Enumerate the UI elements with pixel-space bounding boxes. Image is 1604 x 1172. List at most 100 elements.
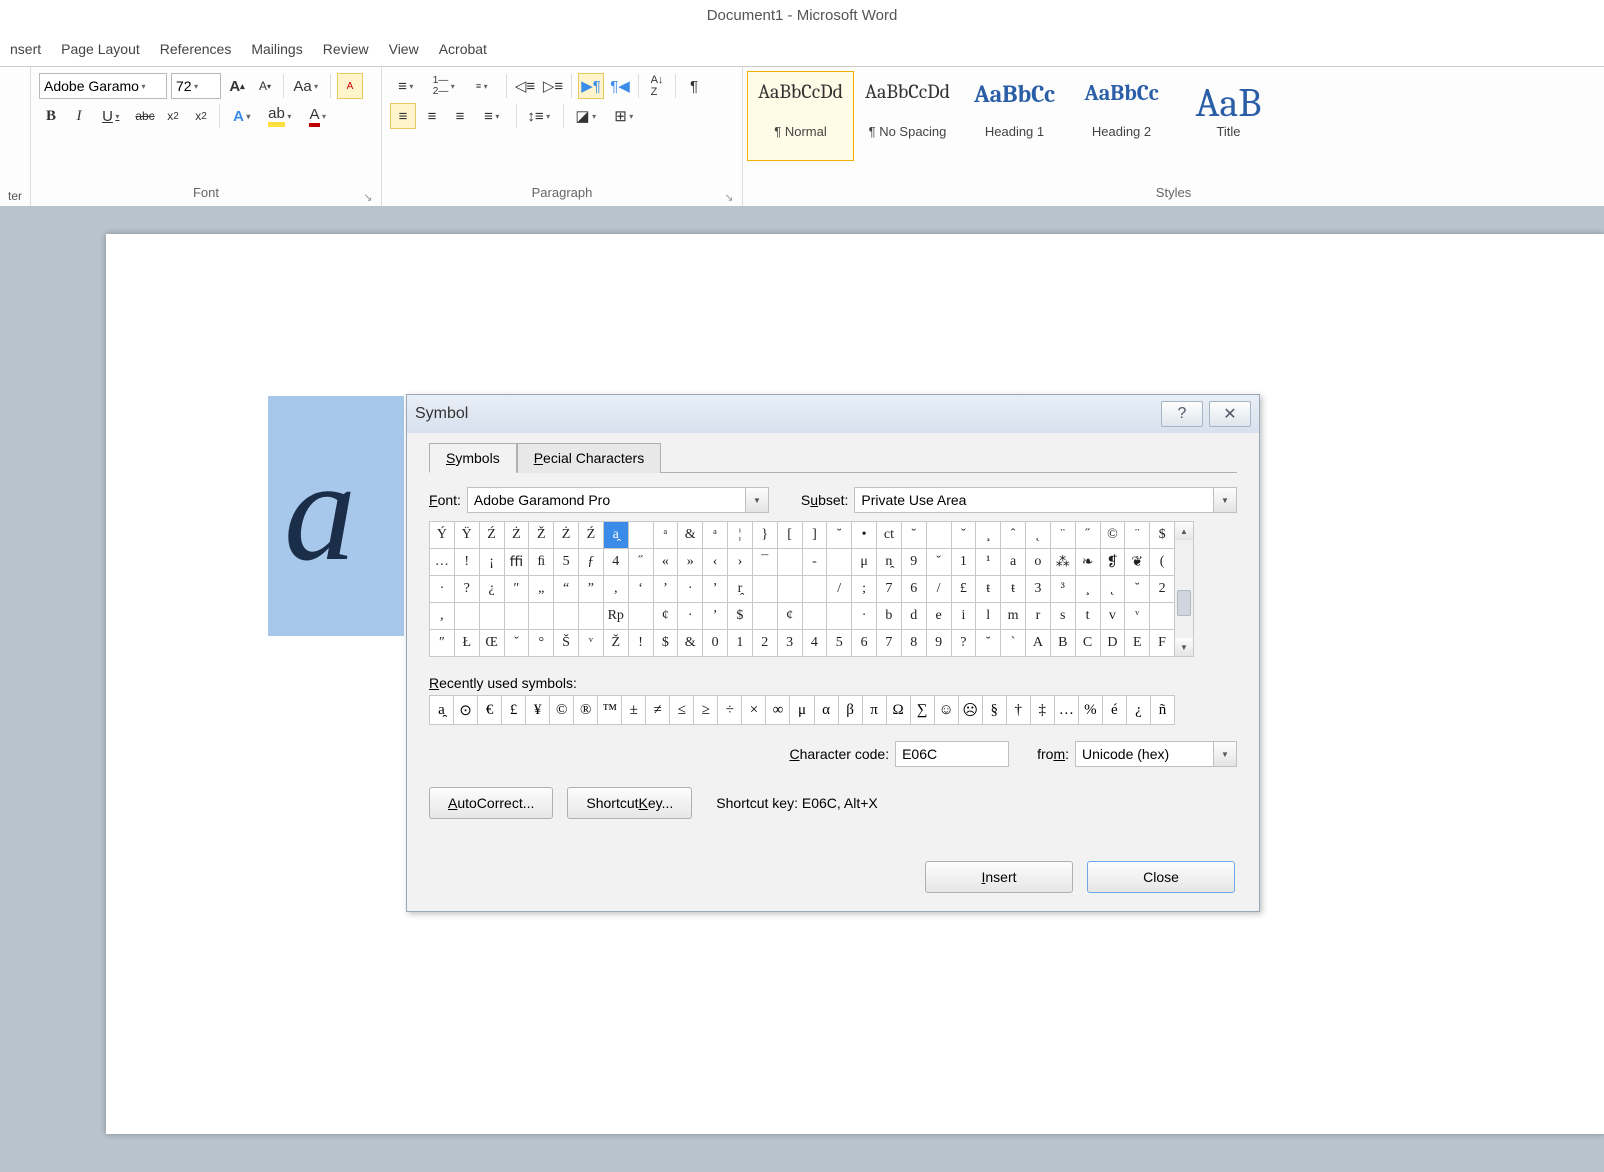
char-cell[interactable]: 1 [952,549,977,576]
char-cell[interactable]: 9 [902,549,927,576]
tab-special-characters[interactable]: Pecial Characters [517,443,662,473]
char-cell[interactable]: Œ [480,630,505,657]
char-cell[interactable]: 9 [927,630,952,657]
char-cell[interactable]: ᵛ [579,630,604,657]
char-cell[interactable]: ct [877,522,902,549]
char-cell[interactable]: ″ [505,576,530,603]
char-cell[interactable]: 4 [803,630,828,657]
align-left-icon[interactable]: ≡ [390,103,416,129]
char-cell[interactable]: Ź [480,522,505,549]
char-cell[interactable]: › [728,549,753,576]
char-cell[interactable]: ! [455,549,480,576]
char-cell[interactable]: · [678,576,703,603]
char-cell[interactable]: t [1076,603,1101,630]
char-cell[interactable]: ŧ [976,576,1001,603]
char-cell[interactable]: ³ [1051,576,1076,603]
recent-cell[interactable]: α [815,696,839,725]
char-cell[interactable]: C [1076,630,1101,657]
char-cell[interactable]: ˇ [927,549,952,576]
char-cell[interactable]: ; [852,576,877,603]
char-cell[interactable]: [ [778,522,803,549]
char-cell[interactable]: “ [554,576,579,603]
style-item[interactable]: AaBbCcDd¶ No Spacing [854,71,961,161]
style-item[interactable]: AaBbCcHeading 1 [961,71,1068,161]
char-cell[interactable]: / [827,576,852,603]
char-cell[interactable] [753,576,778,603]
tab-symbols[interactable]: Symbols [429,443,517,473]
char-cell[interactable] [827,603,852,630]
recent-cell[interactable]: © [550,696,574,725]
char-cell[interactable]: » [678,549,703,576]
char-cell[interactable]: ᵃ [703,522,728,549]
font-color-icon[interactable]: A▾ [302,104,336,128]
align-center-icon[interactable]: ≡ [420,104,444,128]
rtl-icon[interactable]: ¶◀ [608,74,632,98]
char-cell[interactable]: $ [654,630,679,657]
numbering-icon[interactable]: 1—2—▾ [428,74,462,98]
char-cell[interactable]: ƒ [579,549,604,576]
recent-cell[interactable]: ≠ [646,696,670,725]
recent-cell[interactable]: § [983,696,1007,725]
recent-cell[interactable]: é [1103,696,1127,725]
char-cell[interactable] [629,522,654,549]
char-cell[interactable] [1150,603,1175,630]
char-cell[interactable]: F [1150,630,1175,657]
chevron-down-icon[interactable]: ▼ [745,488,768,512]
line-spacing-icon[interactable]: ↕≡▾ [523,104,557,128]
char-cell[interactable]: ⁂ [1051,549,1076,576]
char-cell[interactable]: 2 [753,630,778,657]
shading-icon[interactable]: ◪▾ [570,104,604,128]
char-cell[interactable]: ‹ [703,549,728,576]
char-cell[interactable]: d [902,603,927,630]
char-cell[interactable]: ¸ [976,522,1001,549]
char-cell[interactable]: ˇ [952,522,977,549]
style-item[interactable]: AaBTitle [1175,71,1282,161]
char-cell[interactable]: 4 [604,549,629,576]
char-cell[interactable]: 6 [852,630,877,657]
multilevel-list-icon[interactable]: ≡▾ [466,74,500,98]
char-cell[interactable]: $ [728,603,753,630]
char-cell[interactable]: r [1026,603,1051,630]
charcode-input[interactable] [895,741,1009,767]
style-item[interactable]: AaBbCcHeading 2 [1068,71,1175,161]
char-cell[interactable]: ? [455,576,480,603]
char-cell[interactable]: ❡ [1101,549,1126,576]
close-button[interactable]: Close [1087,861,1235,893]
style-item[interactable]: AaBbCcDd¶ Normal [747,71,854,161]
char-cell[interactable]: ˘ [976,630,1001,657]
recent-cell[interactable]: % [1079,696,1103,725]
char-cell[interactable]: ¢ [654,603,679,630]
scroll-up-icon[interactable]: ▲ [1175,522,1193,540]
char-cell[interactable]: B [1051,630,1076,657]
recent-cell[interactable]: π [863,696,887,725]
font-size-combo[interactable]: 72▾ [171,73,221,99]
shrink-font-icon[interactable]: A▾ [253,74,277,98]
recent-cell[interactable]: ☹ [959,696,983,725]
char-cell[interactable]: ¦ [728,522,753,549]
char-cell[interactable]: ᵃ [654,522,679,549]
font-name-combo[interactable]: Adobe Garamo▾ [39,73,167,99]
char-cell[interactable]: „ [529,576,554,603]
char-cell[interactable]: ! [629,630,654,657]
char-cell[interactable]: D [1101,630,1126,657]
char-cell[interactable]: £ [952,576,977,603]
char-cell[interactable]: ° [529,630,554,657]
underline-icon[interactable]: U▾ [95,104,129,128]
sort-icon[interactable]: A↓Z [645,74,669,98]
char-cell[interactable]: ’ [654,576,679,603]
char-cell[interactable]: © [1101,522,1126,549]
char-cell[interactable]: « [654,549,679,576]
char-cell[interactable] [579,603,604,630]
char-cell[interactable]: ˇ [505,630,530,657]
char-cell[interactable] [753,603,778,630]
char-cell[interactable]: & [678,630,703,657]
char-cell[interactable]: ` [1001,630,1026,657]
scroll-thumb[interactable] [1177,590,1191,616]
char-cell[interactable]: 3 [1026,576,1051,603]
char-cell[interactable] [803,603,828,630]
char-cell[interactable] [803,576,828,603]
justify-icon[interactable]: ≡▾ [476,104,510,128]
insert-button[interactable]: Insert [925,861,1073,893]
tab-page-layout[interactable]: Page Layout [61,41,140,57]
char-cell[interactable]: & [678,522,703,549]
